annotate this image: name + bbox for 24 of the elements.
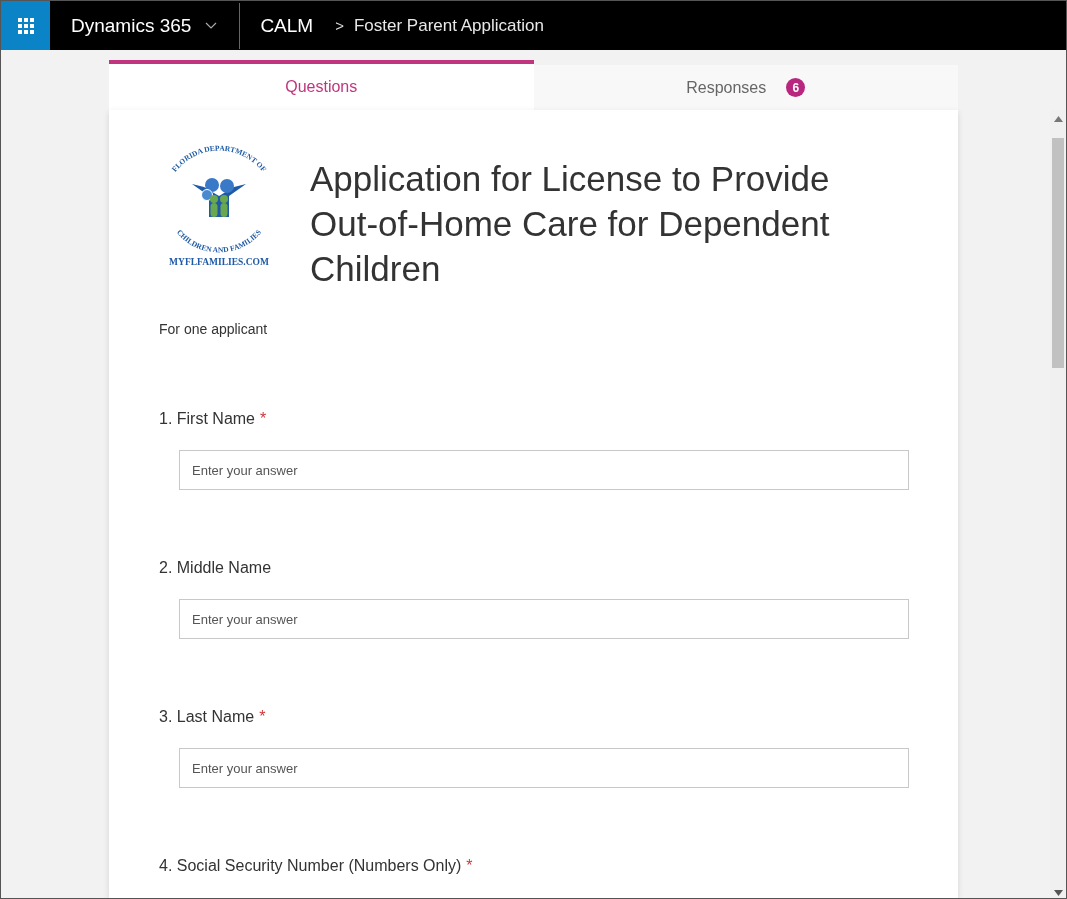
family-figures-icon: [192, 178, 246, 217]
form-title: Application for License to Provide Out-of-Home Care for Dependent Children: [310, 158, 831, 290]
answer-field[interactable]: Enter your answer: [179, 748, 909, 788]
question-label: 1. First Name *: [159, 409, 268, 429]
app-launcher-button[interactable]: [1, 1, 50, 50]
question-label: 2. Middle Name: [159, 558, 273, 578]
question-label: 4. Social Security Number (Numbers Only) *: [159, 856, 474, 876]
question-label: 3. Last Name *: [159, 707, 267, 727]
breadcrumb-separator: >: [335, 17, 344, 34]
answer-field[interactable]: Enter your answer: [179, 599, 909, 639]
grid-icon: [16, 16, 35, 35]
app-title: CALM: [260, 14, 314, 37]
tab[interactable]: Responses 6: [533, 65, 958, 110]
form-description: For one applicant: [159, 320, 269, 339]
answer-field[interactable]: Enter your answer: [179, 450, 909, 490]
logo-url-text: MYFLFAMILIES.COM: [169, 257, 269, 267]
app-switcher[interactable]: Dynamics 365: [50, 1, 240, 50]
scroll-thumb[interactable]: [1052, 138, 1064, 368]
scroll-down-icon[interactable]: [1053, 890, 1063, 896]
page-title: Foster Parent Application: [353, 15, 544, 36]
scroll-up-icon[interactable]: [1053, 116, 1063, 122]
tab[interactable]: Questions: [109, 60, 534, 110]
chevron-down-icon: [205, 21, 218, 30]
count-badge: 6: [786, 78, 806, 97]
